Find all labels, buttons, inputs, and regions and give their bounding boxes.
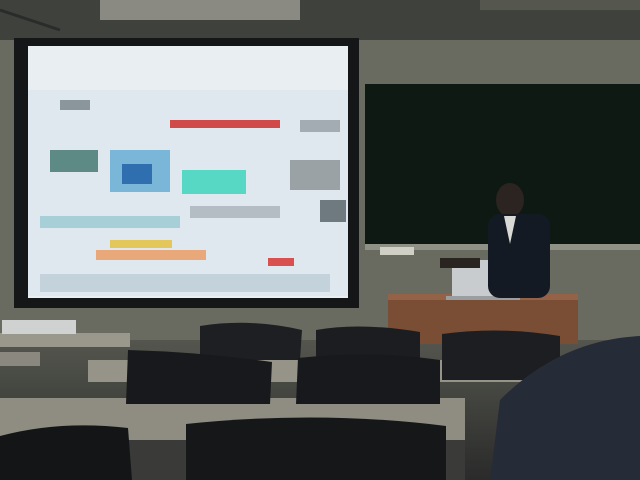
desk-left <box>0 333 130 347</box>
wall-outlet <box>380 247 414 255</box>
ceiling-vent <box>480 0 640 10</box>
ceiling-light-panel <box>100 0 300 20</box>
scene-illustration <box>0 0 640 480</box>
pixelated-slide-content <box>28 90 348 296</box>
projector <box>2 320 76 334</box>
lecture-hall-photo <box>0 0 640 480</box>
desk-left-lower <box>0 352 40 366</box>
